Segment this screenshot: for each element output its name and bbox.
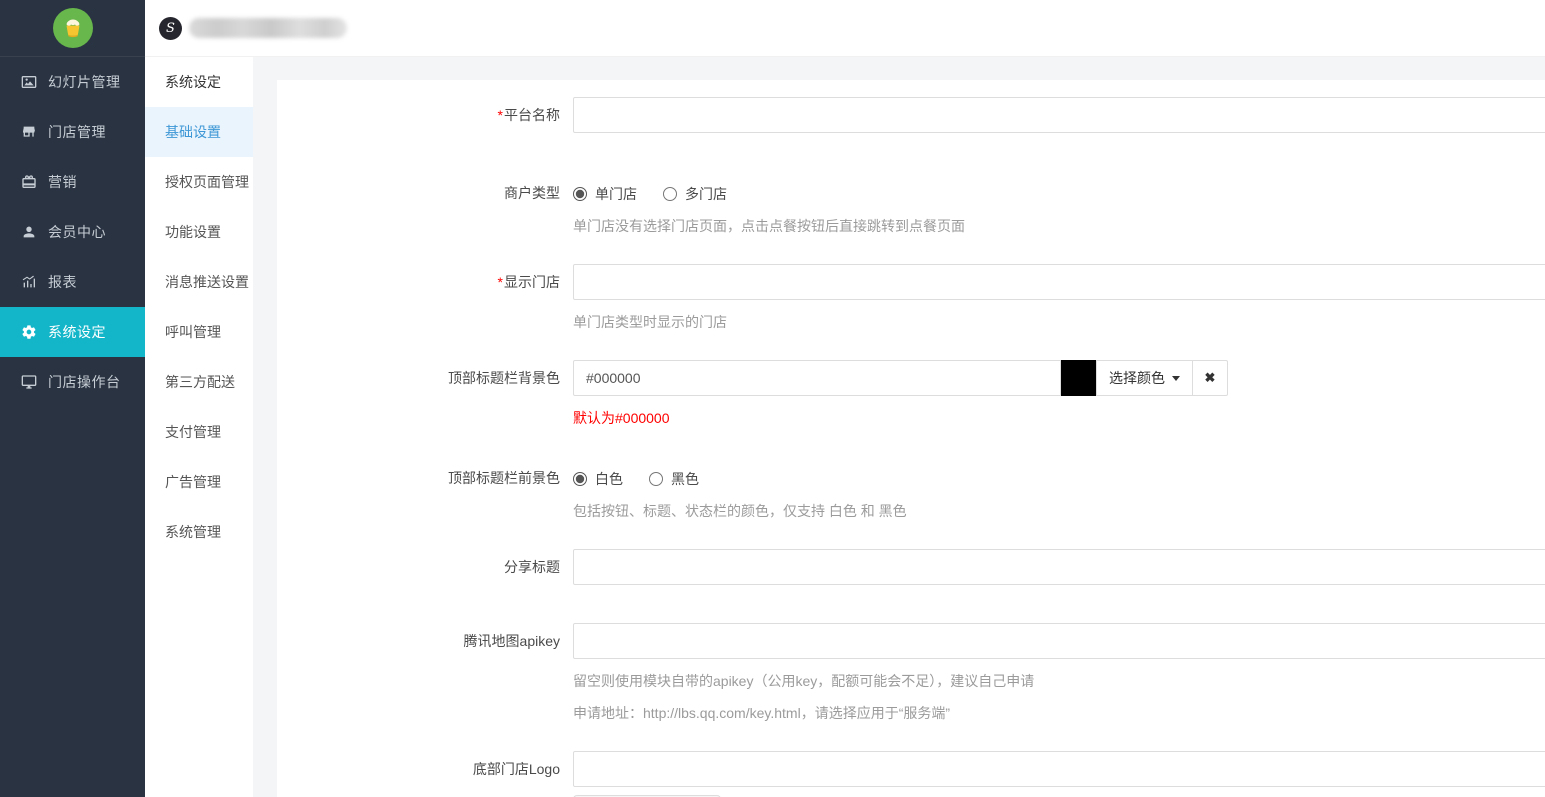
settings-item-auth-pages[interactable]: 授权页面管理 — [145, 157, 253, 207]
radio-multi-store-input[interactable] — [663, 187, 677, 201]
topbar: S — [145, 0, 1545, 57]
sidebar-item-label: 幻灯片管理 — [48, 72, 121, 92]
sidebar-item-store-console[interactable]: 门店操作台 — [0, 357, 145, 407]
main-content: *平台名称 商户类型 单门店 — [253, 57, 1545, 797]
gear-icon — [21, 324, 37, 340]
member-icon — [21, 224, 37, 240]
account-badge-icon[interactable]: S — [159, 17, 182, 40]
sidebar-item-label: 会员中心 — [48, 222, 106, 242]
clear-icon: ✖ — [1205, 370, 1216, 386]
display-store-help: 单门店类型时显示的门店 — [573, 312, 1545, 332]
merchant-type-radio-group: 单门店 多门店 — [573, 181, 1545, 204]
color-picker-group: 选择颜色 ✖ — [573, 360, 1545, 396]
caret-down-icon — [1172, 376, 1180, 381]
sidebar-item-system-settings[interactable]: 系统设定 — [0, 307, 145, 357]
radio-white-input[interactable] — [573, 472, 587, 486]
radio-multi-store[interactable]: 多门店 — [663, 184, 727, 204]
form-group-display-store: *显示门店 单门店类型时显示的门店 — [277, 264, 1545, 332]
form-group-platform-name: *平台名称 — [277, 97, 1545, 133]
slides-icon — [21, 74, 37, 90]
masked-account-name — [189, 18, 347, 38]
map-apikey-input[interactable] — [573, 623, 1545, 659]
settings-nav-title: 系统设定 — [145, 57, 253, 107]
form-group-map-apikey: 腾讯地图apikey 留空则使用模块自带的apikey（公用key，配额可能会不… — [277, 623, 1545, 723]
bottom-logo-input[interactable] — [573, 751, 1545, 787]
merchant-type-label: 商户类型 — [277, 181, 573, 236]
radio-single-store[interactable]: 单门店 — [573, 184, 637, 204]
radio-black-input[interactable] — [649, 472, 663, 486]
sidebar-item-label: 门店操作台 — [48, 372, 121, 392]
settings-item-payment[interactable]: 支付管理 — [145, 407, 253, 457]
content-row: 系统设定 基础设置 授权页面管理 功能设置 消息推送设置 呼叫管理 第三方配送 … — [145, 57, 1545, 797]
title-bg-color-help: 默认为#000000 — [573, 408, 1545, 428]
settings-item-basic[interactable]: 基础设置 — [145, 107, 253, 157]
color-swatch — [1061, 360, 1097, 396]
title-bg-color-input[interactable] — [573, 360, 1061, 396]
report-icon — [21, 274, 37, 290]
sidebar-item-label: 系统设定 — [48, 322, 106, 342]
settings-item-call[interactable]: 呼叫管理 — [145, 307, 253, 357]
settings-item-ads[interactable]: 广告管理 — [145, 457, 253, 507]
app-root: 幻灯片管理 门店管理 营销 会员中心 — [0, 0, 1545, 797]
sidebar-item-members[interactable]: 会员中心 — [0, 207, 145, 257]
sidebar-item-label: 报表 — [48, 272, 77, 292]
sidebar-item-reports[interactable]: 报表 — [0, 257, 145, 307]
app-logo[interactable] — [0, 0, 145, 57]
platform-name-input[interactable] — [573, 97, 1545, 133]
display-store-label: *显示门店 — [277, 264, 573, 332]
title-bg-color-label: 顶部标题栏背景色 — [277, 360, 573, 428]
form-group-title-bg-color: 顶部标题栏背景色 选择颜色 ✖ — [277, 360, 1545, 428]
main-nav: 幻灯片管理 门店管理 营销 会员中心 — [0, 57, 145, 407]
platform-name-label: *平台名称 — [277, 97, 573, 133]
title-fg-color-radio-group: 白色 黑色 — [573, 466, 1545, 489]
sidebar-item-label: 门店管理 — [48, 122, 106, 142]
form-group-bottom-logo: 底部门店Logo × — [277, 751, 1545, 797]
bottom-logo-label: 底部门店Logo — [277, 751, 573, 797]
sidebar-item-slides[interactable]: 幻灯片管理 — [0, 57, 145, 107]
sidebar-item-marketing[interactable]: 营销 — [0, 157, 145, 207]
cupcake-logo-icon — [53, 8, 93, 48]
sidebar-item-stores[interactable]: 门店管理 — [0, 107, 145, 157]
main-sidebar: 幻灯片管理 门店管理 营销 会员中心 — [0, 0, 145, 797]
form-group-share-title: 分享标题 — [277, 549, 1545, 585]
sidebar-item-label: 营销 — [48, 172, 77, 192]
settings-item-system[interactable]: 系统管理 — [145, 507, 253, 557]
badge-glyph: S — [166, 21, 175, 36]
map-apikey-help-1: 留空则使用模块自带的apikey（公用key，配额可能会不足），建议自己申请 — [573, 671, 1545, 691]
form-group-merchant-type: 商户类型 单门店 多门店 — [277, 181, 1545, 236]
map-apikey-label: 腾讯地图apikey — [277, 623, 573, 723]
required-mark: * — [498, 274, 503, 290]
settings-item-features[interactable]: 功能设置 — [145, 207, 253, 257]
required-mark: * — [498, 107, 503, 123]
settings-item-delivery[interactable]: 第三方配送 — [145, 357, 253, 407]
radio-white[interactable]: 白色 — [573, 469, 623, 489]
share-title-input[interactable] — [573, 549, 1545, 585]
settings-sidebar: 系统设定 基础设置 授权页面管理 功能设置 消息推送设置 呼叫管理 第三方配送 … — [145, 57, 253, 797]
title-fg-color-label: 顶部标题栏前景色 — [277, 466, 573, 521]
display-store-input[interactable] — [573, 264, 1545, 300]
form-group-title-fg-color: 顶部标题栏前景色 白色 黑色 — [277, 466, 1545, 521]
merchant-type-help: 单门店没有选择门店页面，点击点餐按钮后直接跳转到点餐页面 — [573, 216, 1545, 236]
choose-color-button[interactable]: 选择颜色 — [1096, 360, 1193, 396]
store-icon — [21, 124, 37, 140]
settings-form-card: *平台名称 商户类型 单门店 — [277, 80, 1545, 797]
share-title-label: 分享标题 — [277, 549, 573, 585]
radio-single-store-input[interactable] — [573, 187, 587, 201]
console-icon — [21, 374, 37, 390]
settings-item-push[interactable]: 消息推送设置 — [145, 257, 253, 307]
gift-icon — [21, 174, 37, 190]
title-fg-color-help: 包括按钮、标题、状态栏的颜色，仅支持 白色 和 黑色 — [573, 501, 1545, 521]
clear-color-button[interactable]: ✖ — [1192, 360, 1228, 396]
radio-black[interactable]: 黑色 — [649, 469, 699, 489]
map-apikey-help-2: 申请地址：http://lbs.qq.com/key.html，请选择应用于“服… — [573, 703, 1545, 723]
